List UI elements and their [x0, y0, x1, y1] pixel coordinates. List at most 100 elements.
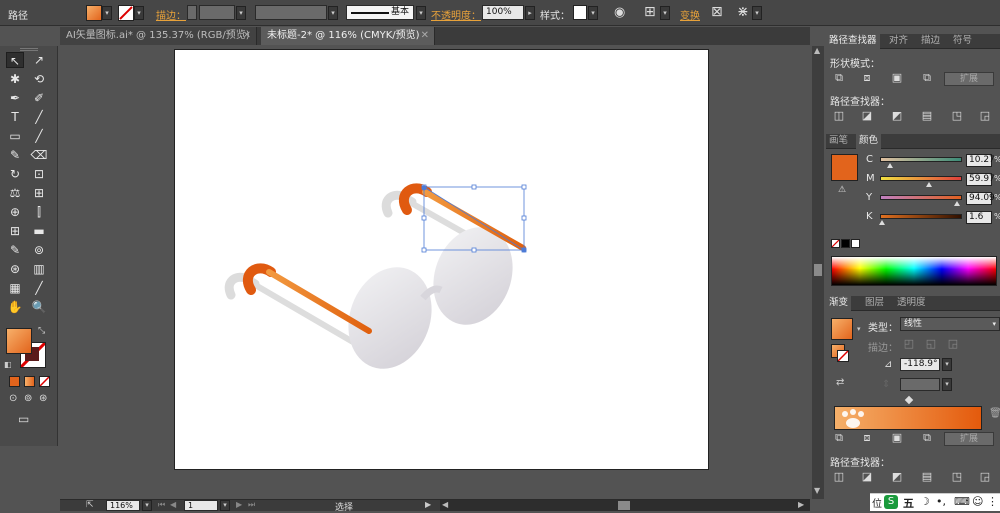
anchor-point[interactable] — [421, 185, 427, 191]
reverse-gradient-icon[interactable]: ⇄ — [836, 377, 844, 388]
close-icon[interactable]: ✕ — [421, 27, 429, 44]
close-icon[interactable]: ✕ — [243, 27, 251, 44]
column-graph-tool-icon[interactable]: ▥ — [30, 261, 48, 277]
tab-symbols[interactable]: 符号 — [950, 34, 975, 49]
transform-link[interactable]: 变换 — [680, 7, 700, 22]
ime-user-icon[interactable]: ☺ — [972, 495, 983, 508]
stroke-along-icon[interactable]: ◱ — [922, 337, 940, 351]
prev-page-icon[interactable]: ◀ — [170, 500, 176, 509]
curvature-tool-icon[interactable]: ✐ — [30, 90, 48, 106]
graphic-style-dropdown[interactable]: ▾ — [588, 6, 598, 20]
draw-behind-icon[interactable]: ⊚ — [24, 393, 32, 404]
anchor-point[interactable] — [521, 247, 527, 253]
ime-keyboard-icon[interactable]: ⌨ — [954, 495, 970, 508]
unite-icon[interactable]: ⧉ — [830, 71, 848, 85]
zoom-dropdown[interactable]: ▾ — [142, 500, 152, 511]
stroke-label[interactable]: 描边： — [156, 7, 186, 22]
outline-icon[interactable]: ◳ — [948, 470, 966, 484]
horizontal-scroll-thumb[interactable] — [618, 501, 630, 510]
ime-logo-icon[interactable]: S — [884, 495, 898, 509]
ime-moon-icon[interactable]: ☽ — [920, 495, 930, 508]
channel-slider-y[interactable] — [880, 195, 962, 200]
zoom-input[interactable]: 116% — [106, 500, 140, 511]
none-swatch[interactable] — [831, 239, 840, 248]
delete-stop-icon[interactable]: 🗑 — [989, 408, 1000, 419]
selection-tool-icon[interactable]: ↖ — [6, 52, 24, 68]
merge-icon[interactable]: ◩ — [888, 109, 906, 123]
blend-tool-icon[interactable]: ⊚ — [30, 242, 48, 258]
channel-value-m[interactable]: 59.97 — [966, 173, 995, 186]
draw-normal-icon[interactable]: ⊙ — [9, 393, 17, 404]
page-input[interactable]: 1 — [184, 500, 218, 511]
lasso-tool-icon[interactable]: ⟲ — [30, 71, 48, 87]
export-icon[interactable]: ⇱ — [86, 500, 94, 510]
last-page-icon[interactable]: ⏭ — [248, 500, 255, 510]
paintbrush-tool-icon[interactable]: ╱ — [30, 128, 48, 144]
pencil-tool-icon[interactable]: ✎ — [6, 147, 24, 163]
swap-colors-icon[interactable]: ⤡ — [38, 326, 45, 336]
pen-tool-icon[interactable]: ✒ — [6, 90, 24, 106]
stroke-weight-stepper[interactable] — [187, 5, 197, 20]
scroll-right-icon[interactable]: ▶ — [798, 500, 804, 509]
scroll-up-icon[interactable]: ▲ — [814, 46, 820, 55]
scale-tool-icon[interactable]: ⊡ — [30, 166, 48, 182]
ime-menu-icon[interactable]: ⋮ — [987, 495, 998, 508]
crop-icon[interactable]: ▤ — [918, 470, 936, 484]
artboard-tool-icon[interactable]: ▦ — [6, 280, 24, 296]
tab-untitled-2[interactable]: 未标题-2* @ 116% (CMYK/预览) ✕ — [261, 27, 435, 45]
perspective-grid-tool-icon[interactable]: ⫿ — [30, 204, 48, 220]
channel-value-c[interactable]: 10.27 — [966, 154, 995, 167]
gradient-type-select[interactable]: 线性 ▾ — [900, 317, 1000, 331]
first-page-icon[interactable]: ⏮ — [158, 500, 165, 510]
magic-wand-tool-icon[interactable]: ✱ — [6, 71, 24, 87]
slice-tool-icon[interactable]: ╱ — [30, 280, 48, 296]
stroke-within-icon[interactable]: ◰ — [900, 337, 918, 351]
minus-front-icon[interactable]: ⧈ — [858, 431, 876, 445]
unite-icon[interactable]: ⧉ — [830, 431, 848, 445]
next-page-icon[interactable]: ▶ — [236, 500, 242, 509]
hand-tool-icon[interactable]: ✋ — [6, 299, 24, 315]
tab-layers[interactable]: 图层 — [862, 296, 887, 311]
handle-bottom-center[interactable] — [471, 247, 477, 253]
opacity-input[interactable]: 100% — [482, 5, 524, 20]
scroll-down-icon[interactable]: ▼ — [814, 486, 820, 495]
handle-middle-right[interactable] — [521, 215, 527, 221]
channel-thumb-y[interactable] — [954, 201, 961, 206]
rectangle-tool-icon[interactable]: ▭ — [6, 128, 24, 144]
divide-icon[interactable]: ◫ — [830, 470, 848, 484]
trim-icon[interactable]: ◪ — [858, 470, 876, 484]
merge-icon[interactable]: ◩ — [888, 470, 906, 484]
ime-punct-icon[interactable]: •, — [936, 495, 946, 508]
crop-icon[interactable]: ▤ — [918, 109, 936, 123]
intersect-icon[interactable]: ▣ — [888, 71, 906, 85]
out-of-gamut-icon[interactable]: ⚠ — [838, 185, 846, 195]
fill-dropdown[interactable]: ▾ — [102, 6, 112, 20]
channel-slider-c[interactable] — [880, 157, 962, 162]
shape-builder-tool-icon[interactable]: ⊕ — [6, 204, 24, 220]
color-fill-preview[interactable] — [831, 154, 858, 181]
scroll-left-icon[interactable]: ◀ — [442, 500, 448, 509]
brush-definition[interactable]: 基本 — [346, 5, 414, 20]
opacity-label[interactable]: 不透明度： — [431, 7, 481, 22]
tab-stroke[interactable]: 描边 — [918, 34, 943, 49]
ime-mode-label[interactable]: 五 — [903, 495, 914, 511]
minus-back-icon[interactable]: ◲ — [976, 470, 994, 484]
draw-inside-icon[interactable]: ⊛ — [39, 393, 47, 404]
isolate-object-icon[interactable]: ⊠ — [711, 4, 723, 20]
stroke-swatch[interactable] — [118, 5, 134, 21]
outline-icon[interactable]: ◳ — [948, 109, 966, 123]
channel-thumb-m[interactable] — [926, 182, 933, 187]
rotate-tool-icon[interactable]: ↻ — [6, 166, 24, 182]
brush-dropdown[interactable]: ▾ — [416, 6, 426, 20]
gradient-thumbnail[interactable] — [831, 318, 853, 340]
gradient-preset-dropdown[interactable]: ▾ — [857, 325, 861, 333]
eyedropper-tool-icon[interactable]: ✎ — [6, 242, 24, 258]
status-arrow-icon[interactable]: ▶ — [425, 500, 431, 509]
free-transform-tool-icon[interactable]: ⊞ — [30, 185, 48, 201]
intersect-icon[interactable]: ▣ — [888, 431, 906, 445]
tab-ai-icon-document[interactable]: AI矢量图标.ai* @ 135.37% (RGB/预览) ✕ — [60, 27, 257, 45]
graphic-style-swatch[interactable] — [573, 5, 587, 20]
transform-options-icon[interactable]: ⋇ — [737, 4, 749, 20]
variable-width-profile[interactable] — [255, 5, 327, 20]
white-swatch[interactable] — [851, 239, 860, 248]
